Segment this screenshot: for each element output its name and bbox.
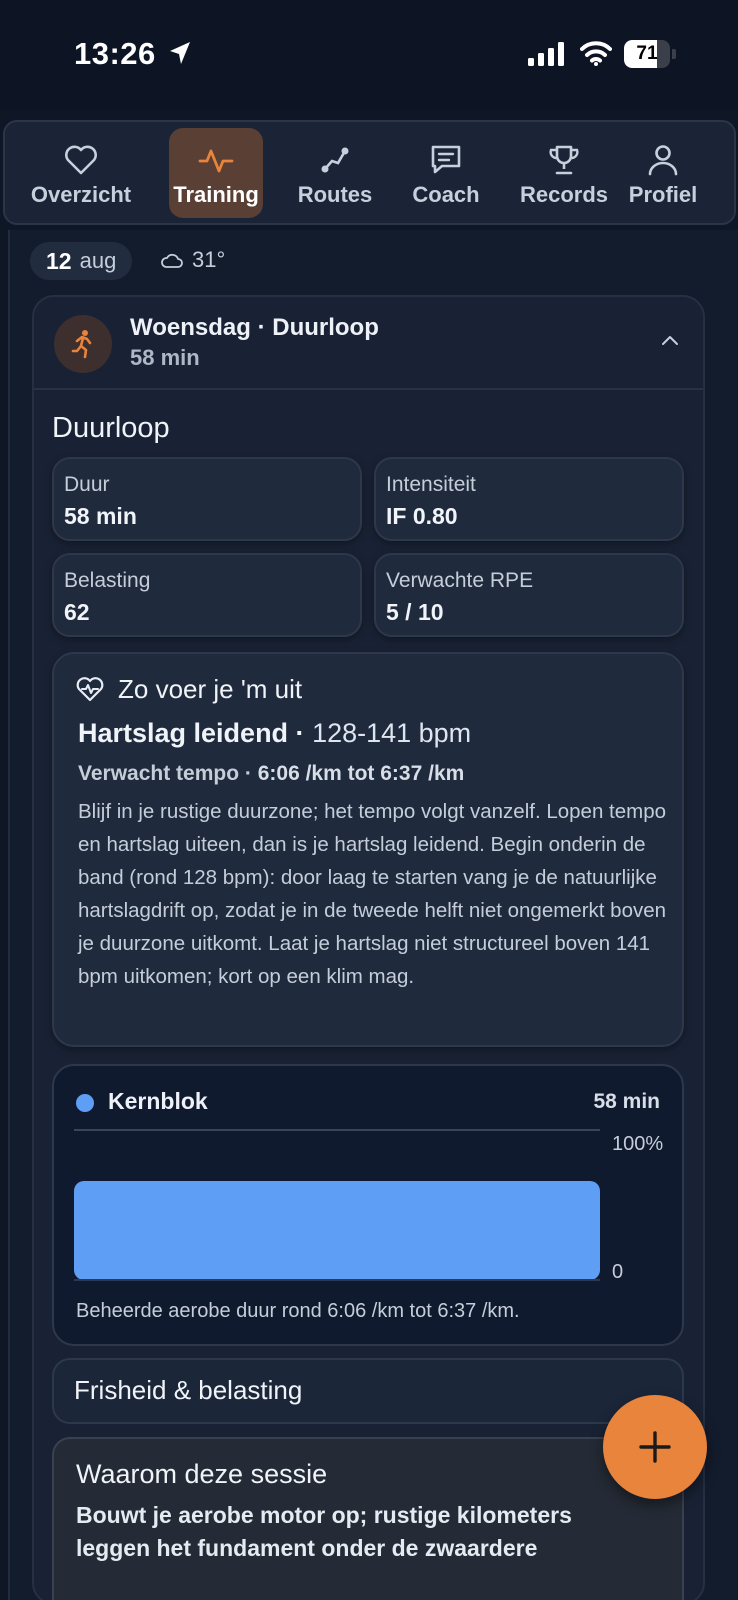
chat-bubble-icon xyxy=(431,145,461,174)
freshness-section[interactable]: Frisheid & belasting xyxy=(52,1358,684,1424)
freshness-title: Frisheid & belasting xyxy=(74,1375,303,1405)
stat-intensiteit: Intensiteit IF 0.80 xyxy=(374,457,684,541)
running-person-icon xyxy=(71,330,92,359)
plus-icon xyxy=(639,1431,671,1463)
block-duration: 58 min xyxy=(593,1090,660,1113)
wifi-icon xyxy=(580,41,612,66)
battery-level: 71 xyxy=(636,43,658,64)
trophy-icon xyxy=(549,145,579,175)
session-card: Woensdag · Duurloop 58 min Duurloop Duur… xyxy=(32,295,705,1600)
workout-title: Duurloop xyxy=(52,412,170,444)
date-day: 12 xyxy=(46,247,72,274)
stat-duur: Duur 58 min xyxy=(52,457,362,541)
status-bar: 13:26 71 xyxy=(0,0,738,110)
session-type-avatar xyxy=(54,315,112,373)
tab-overzicht[interactable]: Overzicht xyxy=(27,128,135,218)
weather: 31° xyxy=(160,247,225,273)
session-duration: 58 min xyxy=(130,345,200,370)
tab-records[interactable]: Records xyxy=(519,128,609,218)
status-time: 13:26 xyxy=(74,36,156,71)
location-arrow-icon xyxy=(170,42,190,64)
guide-title: Zo voer je 'm uit xyxy=(118,674,303,704)
chart-tick-label: 0 xyxy=(612,1261,623,1283)
block-description: Beheerde aerobe duur rond 6:06 /km tot 6… xyxy=(76,1300,520,1322)
day-content: 12 aug 31° Woensdag · Duurloop 58 min Du… xyxy=(8,230,738,1600)
top-navigation: Overzicht Training Routes Coach Records … xyxy=(3,120,736,225)
execution-guide: Zo voer je 'm uit Hartslag leidend · 128… xyxy=(52,652,684,1047)
stat-belasting: Belasting 62 xyxy=(52,553,362,637)
tab-routes[interactable]: Routes xyxy=(295,128,375,218)
cellular-signal-icon xyxy=(528,42,564,66)
heart-rate-target: Hartslag leidend · 128-141 bpm xyxy=(78,718,472,748)
battery-indicator: 71 xyxy=(624,40,676,68)
why-session-card: Waarom deze sessie Bouwt je aerobe motor… xyxy=(52,1437,684,1600)
activity-pulse-icon xyxy=(198,149,234,173)
intensity-chart: 100% 0 xyxy=(74,1129,663,1283)
why-text: Bouwt je aerobe motor op; rustige kilome… xyxy=(76,1502,572,1561)
stat-verwachte-rpe: Verwachte RPE 5 / 10 xyxy=(374,553,684,637)
heart-icon xyxy=(65,145,97,175)
tab-profiel[interactable]: Profiel xyxy=(623,128,703,218)
guide-description: Blijf in je rustige duurzone; het tempo … xyxy=(78,800,667,988)
tab-training[interactable]: Training xyxy=(169,128,263,218)
workout-block-card: Kernblok 58 min 100% 0 Beheerde aerobe du… xyxy=(52,1064,684,1346)
temperature: 31° xyxy=(192,247,226,272)
why-title: Waarom deze sessie xyxy=(76,1459,328,1489)
route-icon xyxy=(321,147,349,173)
expected-tempo: Verwacht tempo · 6:06 /km tot 6:37 /km xyxy=(78,762,465,785)
chevron-up-icon[interactable] xyxy=(661,333,679,347)
cloud-icon xyxy=(161,253,183,268)
add-button[interactable] xyxy=(603,1395,707,1499)
session-header[interactable]: Woensdag · Duurloop 58 min xyxy=(34,297,703,390)
block-name: Kernblok xyxy=(108,1088,208,1114)
chart-tick-label: 100% xyxy=(612,1133,663,1155)
heart-pulse-icon xyxy=(76,677,104,702)
tab-coach[interactable]: Coach xyxy=(409,128,483,218)
date-month: aug xyxy=(79,248,117,273)
chart-bar-kernblok xyxy=(74,1181,600,1280)
user-icon xyxy=(648,145,678,176)
block-color-dot xyxy=(76,1094,94,1112)
date-badge: 12 aug xyxy=(30,242,133,280)
session-title: Woensdag · Duurloop xyxy=(130,314,379,341)
